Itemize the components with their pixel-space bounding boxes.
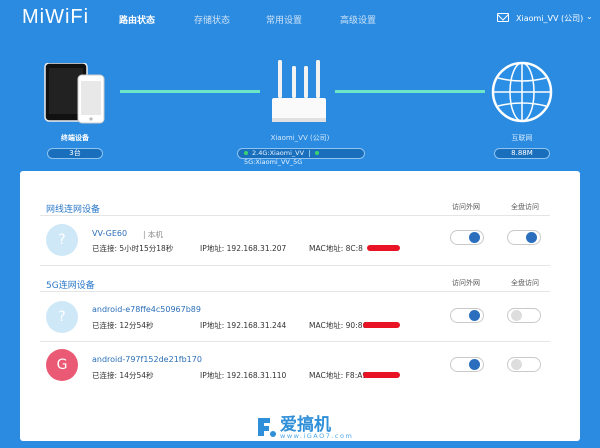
toggle-knob <box>511 310 522 321</box>
status-dot-icon <box>315 151 320 155</box>
device-connected-time: 已连接: 14分54秒 <box>92 371 154 380</box>
device-avatar-icon: ? <box>46 301 78 333</box>
nav-storage-status[interactable]: 存储状态 <box>194 13 230 26</box>
wired-section-title: 网线连网设备 <box>46 205 101 215</box>
device-connected-time: 已连接: 5小时15分18秒 <box>92 244 174 253</box>
link-line-right <box>335 90 485 93</box>
col-header-full-disk-access: 全盘访问 <box>511 203 539 211</box>
wifi-24g-label: 2.4G:Xiaomi_VV <box>252 149 305 157</box>
device-note: | 本机 <box>143 230 163 239</box>
user-menu[interactable]: Xiaomi_VV (公司) <box>516 13 583 24</box>
device-name[interactable]: android-e78ffe4c50967b89 <box>92 305 201 314</box>
status-dot-icon <box>244 151 248 155</box>
device-ip: IP地址: 192.168.31.207 <box>200 244 287 253</box>
internet-access-toggle[interactable] <box>450 357 484 372</box>
link-line-left <box>120 90 260 93</box>
tablet-phone-icon[interactable] <box>44 62 106 125</box>
watermark-logo-icon <box>258 418 276 437</box>
device-mac: MAC地址: F8:A9 <box>309 371 368 380</box>
device-ip: IP地址: 192.168.31.244 <box>200 321 287 330</box>
divider <box>40 215 550 216</box>
android-app-icon: G <box>46 349 78 381</box>
divider <box>40 265 550 266</box>
nav-advanced-settings[interactable]: 高级设置 <box>340 13 376 26</box>
device-mac: MAC地址: 8C:8 <box>309 244 363 253</box>
toggle-knob <box>469 232 480 243</box>
globe-icon[interactable] <box>491 61 553 123</box>
app-logo[interactable]: MiWiFi <box>22 6 89 29</box>
divider <box>40 341 550 342</box>
col-header-internet-access: 访问外网 <box>452 203 480 211</box>
devices-count-badge[interactable]: 3台 <box>47 148 103 159</box>
5g-section-title: 5G连网设备 <box>46 281 95 291</box>
router-icon[interactable] <box>268 60 330 126</box>
device-avatar-icon: ? <box>46 224 78 256</box>
toggle-knob <box>526 232 537 243</box>
nav-common-settings[interactable]: 常用设置 <box>266 13 302 26</box>
divider <box>40 291 550 292</box>
redaction-mark <box>363 372 400 378</box>
wifi-5g-label: 5G:Xiaomi_VV_5G <box>244 158 303 166</box>
divider <box>309 149 311 157</box>
device-connected-time: 已连接: 12分54秒 <box>92 321 154 330</box>
device-ip: IP地址: 192.168.31.110 <box>200 371 287 380</box>
device-list-panel: 网线连网设备 访问外网 全盘访问 ? VV-GE60 | 本机 已连接: 5小时… <box>20 171 580 441</box>
col-header-internet-access: 访问外网 <box>452 279 480 287</box>
wifi-ssid-badge[interactable]: 2.4G:Xiaomi_VV5G:Xiaomi_VV_5G <box>237 148 365 166</box>
nav-router-status[interactable]: 路由状态 <box>119 13 155 26</box>
watermark-url: www.iGAO7.com <box>280 432 354 440</box>
mail-icon[interactable] <box>497 13 509 22</box>
toggle-knob <box>469 359 480 370</box>
internet-access-toggle[interactable] <box>450 230 484 245</box>
toggle-knob <box>469 310 480 321</box>
chevron-down-icon[interactable]: ⌄ <box>586 12 593 21</box>
top-bar: MiWiFi 路由状态 存储状态 常用设置 高级设置 Xiaomi_VV (公司… <box>0 0 600 36</box>
device-name[interactable]: android-797f152de21fb170 <box>92 355 202 364</box>
full-disk-access-toggle[interactable] <box>507 230 541 245</box>
redaction-mark <box>363 322 400 328</box>
devices-label: 终端设备 <box>61 134 89 142</box>
device-mac: MAC地址: 90:86 <box>309 321 368 330</box>
internet-speed-badge[interactable]: 8.88M <box>494 148 550 159</box>
watermark: 爱搞机 www.iGAO7.com <box>256 410 366 444</box>
device-name[interactable]: VV-GE60 <box>92 229 127 238</box>
toggle-knob <box>511 359 522 370</box>
internet-label: 互联网 <box>511 134 533 142</box>
router-label: Xiaomi_VV (公司) <box>270 134 330 142</box>
internet-access-toggle[interactable] <box>450 308 484 323</box>
redaction-mark <box>367 245 400 251</box>
full-disk-access-toggle[interactable] <box>507 357 541 372</box>
col-header-full-disk-access: 全盘访问 <box>511 279 539 287</box>
full-disk-access-toggle[interactable] <box>507 308 541 323</box>
